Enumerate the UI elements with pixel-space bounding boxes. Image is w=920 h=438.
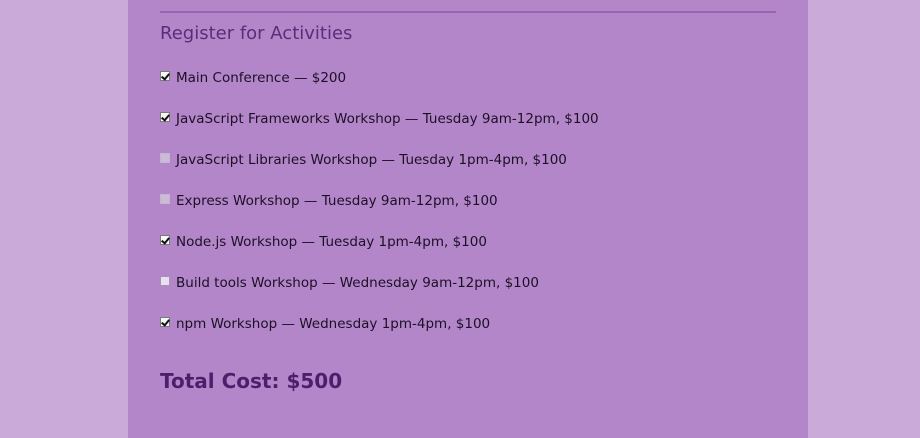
activities-heading: Register for Activities	[160, 23, 353, 44]
activity-label: JavaScript Libraries Workshop — Tuesday …	[176, 152, 567, 168]
activity-checkbox[interactable]	[160, 153, 170, 163]
activity-label: Build tools Workshop — Wednesday 9am-12p…	[176, 275, 539, 291]
activity-checkbox[interactable]	[160, 276, 170, 286]
activity-npm[interactable]: npm Workshop — Wednesday 1pm-4pm, $100	[160, 314, 490, 334]
activity-checkbox[interactable]	[160, 235, 170, 245]
activity-label: Express Workshop — Tuesday 9am-12pm, $10…	[176, 193, 498, 209]
activity-build-tools[interactable]: Build tools Workshop — Wednesday 9am-12p…	[160, 273, 539, 293]
activity-label: npm Workshop — Wednesday 1pm-4pm, $100	[176, 316, 491, 332]
activity-checkbox[interactable]	[160, 112, 170, 122]
activity-js-frameworks[interactable]: JavaScript Frameworks Workshop — Tuesday…	[160, 109, 599, 129]
section-divider	[160, 11, 776, 13]
activity-label: JavaScript Frameworks Workshop — Tuesday…	[176, 111, 599, 127]
activity-checkbox[interactable]	[160, 194, 170, 204]
activity-label: Node.js Workshop — Tuesday 1pm-4pm, $100	[176, 234, 487, 250]
activity-checkbox[interactable]	[160, 317, 170, 327]
activity-main-conference[interactable]: Main Conference — $200	[160, 68, 346, 88]
activity-checkbox[interactable]	[160, 71, 170, 81]
total-cost: Total Cost: $500	[160, 369, 343, 393]
activity-express[interactable]: Express Workshop — Tuesday 9am-12pm, $10…	[160, 191, 498, 211]
activity-node[interactable]: Node.js Workshop — Tuesday 1pm-4pm, $100	[160, 232, 487, 252]
activity-js-libs[interactable]: JavaScript Libraries Workshop — Tuesday …	[160, 150, 567, 170]
activities-panel: Register for Activities Main Conference …	[128, 0, 808, 438]
activity-label: Main Conference — $200	[176, 70, 347, 86]
